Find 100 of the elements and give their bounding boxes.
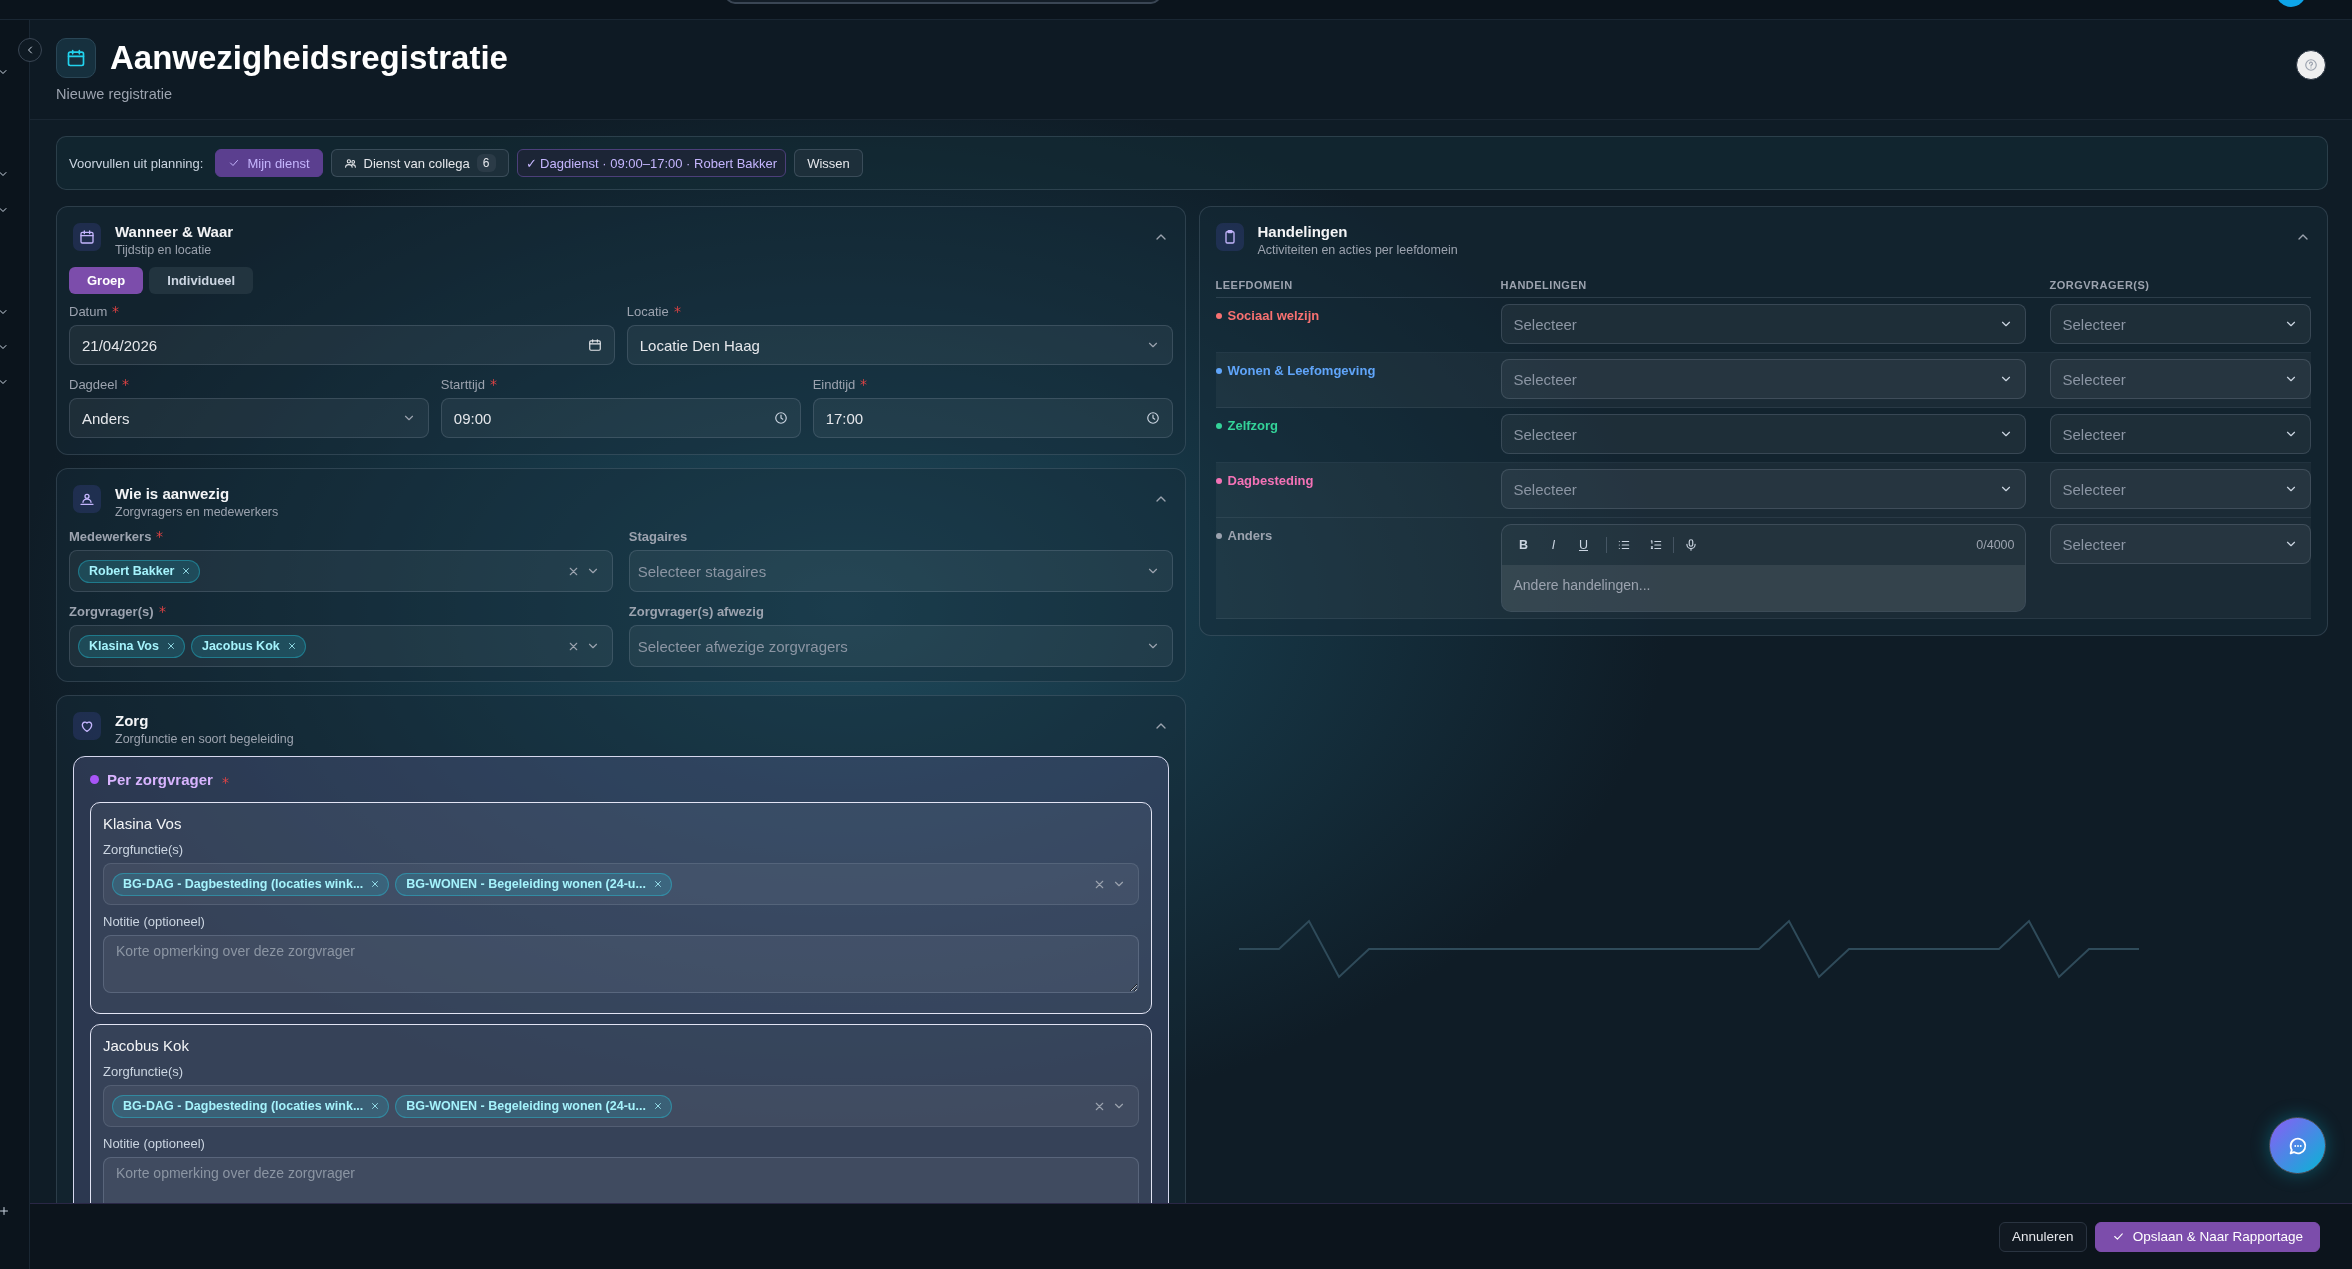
page-subtitle: Nieuwe registratie (56, 86, 174, 102)
multi-select-field[interactable]: Klasina Vos Jacobus Kok (69, 625, 613, 667)
section-subtitle: Tijdstip en locatie (115, 243, 213, 257)
remove-icon (370, 879, 381, 889)
client-name: Klasina Vos (103, 815, 183, 832)
save-button[interactable]: Opslaan & Naar Rapportage (2094, 1221, 2320, 1252)
colleague-shift-button[interactable]: Dienst van collega 6 (330, 149, 509, 177)
users-icon (343, 156, 357, 170)
mode-tab[interactable]: Groep (69, 267, 144, 294)
button-label: Dienst van collega (363, 155, 470, 171)
select-field[interactable]: Selecteer (2049, 469, 2311, 509)
remove-icon (181, 566, 192, 576)
count-badge: 6 (476, 154, 496, 172)
select-field[interactable]: Selecteer (2049, 304, 2311, 344)
select-field[interactable]: Selecteer (1500, 359, 2026, 399)
multi-select-field[interactable]: BG-DAG - Dagbesteding (locaties wink... BG-WONEN - Begeleiding wonen (24-u... (103, 1085, 1139, 1127)
remove-icon (652, 879, 663, 889)
check-icon (228, 157, 241, 169)
tag-chip[interactable]: BG-DAG - Dagbesteding (locaties wink... (112, 1094, 390, 1118)
help-icon (2304, 58, 2318, 72)
person-icon (79, 491, 95, 507)
section-title: Wie is aanwezig (115, 485, 231, 502)
select-field[interactable]: Anders (69, 398, 429, 438)
mode-tab[interactable]: Individueel (149, 267, 254, 294)
section-subtitle: Activiteiten en acties per leefdomein (1257, 243, 1458, 257)
tag-chip[interactable]: BG-WONEN - Begeleiding wonen (24-u... (395, 1094, 672, 1118)
remove-icon (370, 1101, 381, 1111)
select-field[interactable]: Selecteer (2049, 524, 2311, 564)
field-label: Zorgfunctie(s) (103, 1064, 185, 1079)
bullet-icon (90, 775, 99, 784)
domain-label: Dagbesteding (1227, 473, 1314, 488)
collapse-sidebar-button[interactable] (18, 38, 42, 62)
section-subtitle: Zorgfunctie en soort begeleiding (115, 732, 294, 746)
section-title: Handelingen (1257, 223, 1349, 240)
clock-icon (1145, 411, 1160, 425)
heart-icon (79, 718, 95, 734)
my-shift-button[interactable]: Mijn dienst (215, 149, 323, 177)
domain-label: Wonen & Leefomgeving (1227, 363, 1376, 378)
field-label: Zorgfunctie(s) (103, 842, 185, 857)
tag-chip[interactable]: Robert Bakker (78, 559, 201, 583)
text-editor[interactable]: B I U 0/4000 Andere handelingen... (1500, 524, 2026, 612)
domain-label: Zelfzorg (1227, 418, 1279, 433)
cancel-button[interactable]: Annuleren (1999, 1221, 2087, 1252)
field-label: Eindtijd (812, 377, 856, 392)
multi-select-field[interactable]: Selecteer afwezige zorgvragers (628, 625, 1173, 667)
format-button[interactable]: B (1511, 533, 1536, 557)
plus-icon[interactable] (0, 1205, 10, 1217)
remove-icon (165, 641, 176, 651)
column-header: HANDELINGEN (1500, 279, 1587, 291)
column-header: ZORGVRAGER(S) (2049, 279, 2150, 291)
tag-chip[interactable]: Jacobus Kok (190, 634, 306, 658)
select-field[interactable]: Selecteer (1500, 304, 2026, 344)
field-label: Datum (69, 304, 108, 319)
field-label: Dagdeel (69, 377, 118, 392)
time-field[interactable]: 17:00 (812, 398, 1173, 438)
bullet-list-icon[interactable] (1616, 538, 1631, 552)
section-title: Zorg (115, 712, 150, 729)
check-icon (2111, 1230, 2125, 1243)
clock-icon (773, 411, 788, 425)
field-label: Zorgvrager(s) (69, 604, 154, 619)
client-name: Jacobus Kok (103, 1037, 190, 1054)
format-button[interactable]: I (1541, 533, 1566, 557)
tag-chip[interactable]: Klasina Vos (78, 634, 185, 658)
field-label: Medewerkers (69, 529, 152, 544)
page-title: Aanwezigheidsregistratie (110, 39, 508, 77)
numbered-list-icon[interactable] (1648, 538, 1663, 552)
field-label: Notitie (optioneel) (103, 914, 206, 929)
shift-chip: ✓ Dagdienst · 09:00–17:00 · Robert Bakker (516, 149, 787, 177)
tag-chip[interactable]: BG-WONEN - Begeleiding wonen (24-u... (395, 872, 672, 896)
multi-select-field[interactable]: Selecteer stagaires (628, 550, 1173, 592)
multi-select-field[interactable]: BG-DAG - Dagbesteding (locaties wink... BG-WONEN - Begeleiding wonen (24-u... (103, 863, 1139, 905)
select-field[interactable]: Selecteer (1500, 414, 2026, 454)
select-field[interactable]: Selecteer (2049, 414, 2311, 454)
calendar-icon (66, 48, 86, 68)
section-title: Wanneer & Waar (115, 223, 234, 240)
field-label: Stagaires (628, 529, 688, 544)
domain-label: Anders (1227, 528, 1273, 543)
microphone-icon[interactable] (1683, 538, 1698, 552)
tag-chip[interactable]: BG-DAG - Dagbesteding (locaties wink... (112, 872, 390, 896)
help-button[interactable] (2296, 50, 2326, 80)
multi-select-field[interactable]: Robert Bakker (69, 550, 613, 592)
clear-button[interactable]: Wissen (794, 149, 863, 177)
field-label: Zorgvrager(s) afwezig (628, 604, 764, 619)
select-field[interactable]: Locatie Den Haag (626, 325, 1173, 365)
format-button[interactable]: U (1571, 533, 1596, 557)
calendar-icon (79, 229, 95, 245)
remove-icon (286, 641, 297, 651)
calendar-icon (587, 338, 602, 352)
domain-label: Sociaal welzijn (1227, 308, 1320, 323)
section-subtitle: Zorgvragers en medewerkers (115, 505, 279, 519)
select-field[interactable]: Selecteer (1500, 469, 2026, 509)
field-label: Locatie (626, 304, 669, 319)
group-label: Per zorgvrager (107, 771, 213, 788)
column-header: LEEFDOMEIN (1215, 279, 1293, 291)
field-label: Notitie (optioneel) (103, 1136, 206, 1151)
time-field[interactable]: 09:00 (440, 398, 801, 438)
select-field[interactable]: Selecteer (2049, 359, 2311, 399)
remove-icon (652, 1101, 663, 1111)
date-field[interactable]: 21/04/2026 (69, 325, 615, 365)
prefill-label: Voorvullen uit planning: (69, 155, 204, 171)
